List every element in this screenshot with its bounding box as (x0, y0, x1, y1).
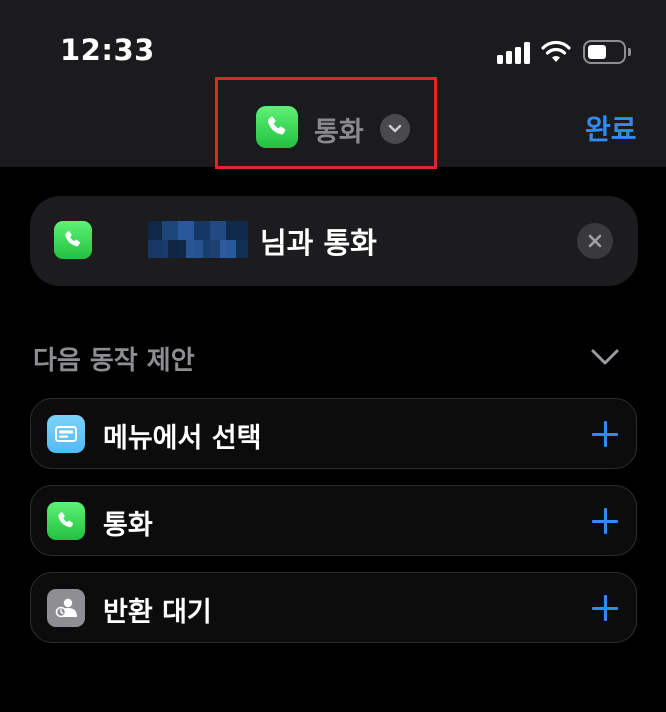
plus-icon[interactable] (592, 595, 618, 621)
suggestion-label: 메뉴에서 선택 (103, 423, 262, 454)
battery-icon (583, 40, 631, 64)
suggestion-row-wait-to-return[interactable]: 반환 대기 (30, 572, 637, 643)
wifi-icon (541, 40, 571, 62)
suggestion-label: 통화 (103, 510, 153, 541)
nav-title: 통화 (314, 117, 364, 148)
status-time: 12:33 (60, 33, 155, 67)
phone-icon (65, 231, 81, 247)
chevron-down-icon[interactable] (590, 347, 620, 367)
plus-icon[interactable] (592, 508, 618, 534)
phone-icon (47, 502, 85, 540)
top-bar: 12:33 통화 완료 (0, 0, 666, 169)
suggestion-row-menu-select[interactable]: 메뉴에서 선택 (30, 398, 637, 469)
menu-select-icon (47, 415, 85, 453)
suggestion-label: 반환 대기 (103, 597, 212, 628)
phone-app-icon (256, 106, 298, 148)
close-icon (588, 234, 602, 248)
cellular-signal-icon (497, 42, 531, 64)
call-action-card[interactable]: 님과 통화 (30, 196, 638, 286)
suggestion-row-call[interactable]: 통화 (30, 485, 637, 556)
action-title-menu[interactable]: 통화 (215, 77, 437, 169)
phone-app-icon (54, 221, 92, 259)
wait-to-return-icon (47, 589, 85, 627)
chevron-down-icon[interactable] (380, 114, 410, 144)
contact-name-pixelated[interactable] (148, 221, 248, 258)
phone-icon (267, 116, 286, 135)
action-text: 님과 통화 (260, 226, 377, 260)
clear-button[interactable] (577, 223, 613, 259)
done-button[interactable]: 완료 (585, 108, 637, 148)
suggestions-title: 다음 동작 제안 (33, 346, 195, 376)
plus-icon[interactable] (592, 421, 618, 447)
